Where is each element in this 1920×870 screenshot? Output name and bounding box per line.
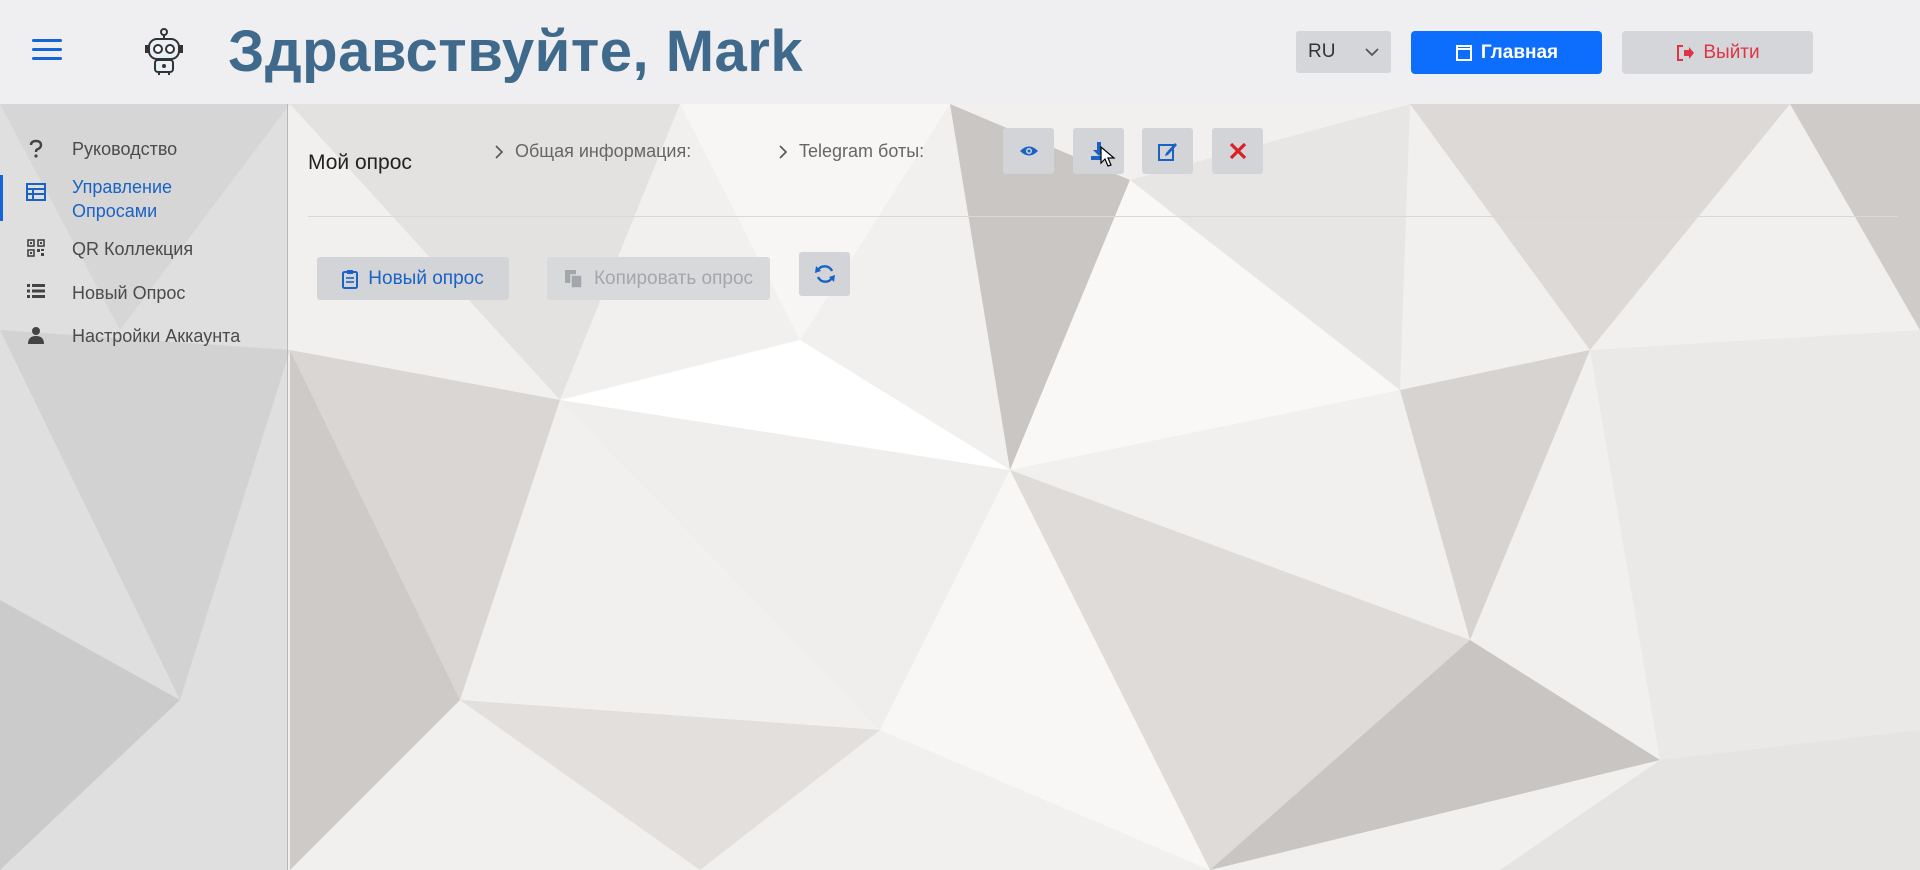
sidebar-item-label: Управление Опросами — [72, 177, 173, 221]
logout-button-label: Выйти — [1703, 41, 1760, 63]
sidebar-item-label: Новый Опрос — [72, 283, 186, 303]
breadcrumb-root: Мой опрос — [308, 151, 412, 174]
table-icon — [0, 175, 72, 201]
home-button-label: Главная — [1480, 41, 1559, 63]
sidebar-item-label: QR Коллекция — [72, 239, 194, 259]
sidebar-item-new-survey[interactable]: Новый Опрос — [0, 281, 286, 305]
eye-icon — [1019, 146, 1038, 156]
qr-icon — [0, 237, 72, 257]
clipboard-icon — [342, 269, 359, 289]
question-icon — [0, 137, 72, 159]
copy-icon — [564, 269, 583, 289]
breadcrumb-telegram-bots[interactable]: Telegram боты: — [799, 141, 924, 162]
sidebar-item-guide[interactable]: Руководство — [0, 137, 286, 161]
copy-survey-label: Копировать опрос — [593, 267, 754, 289]
greeting-title: Здравствуйте, Mark — [228, 19, 804, 84]
refresh-button[interactable] — [799, 252, 850, 296]
chevron-right-icon — [495, 145, 504, 159]
logout-button[interactable]: Выйти — [1622, 31, 1813, 74]
list-icon — [0, 281, 72, 299]
language-value: RU — [1308, 41, 1336, 62]
delete-button[interactable] — [1212, 128, 1263, 174]
sidebar-item-label: Руководство — [72, 139, 178, 159]
home-button[interactable]: Главная — [1411, 31, 1602, 74]
language-select[interactable]: RU — [1296, 31, 1391, 73]
chevron-right-icon — [779, 145, 788, 159]
edit-button[interactable] — [1142, 128, 1193, 174]
window-icon — [1455, 44, 1472, 61]
mouse-cursor-icon — [1100, 146, 1116, 167]
sign-out-icon — [1677, 44, 1695, 61]
sidebar-item-label: Настройки Аккаунта — [72, 326, 241, 346]
sidebar-item-surveys[interactable]: Управление Опросами — [0, 175, 286, 223]
robot-logo-icon — [145, 28, 183, 75]
chevron-down-icon — [1365, 48, 1379, 57]
main-content: Мой опрос Общая информация: Telegram бот… — [288, 104, 1920, 870]
user-icon — [0, 324, 72, 344]
new-survey-button[interactable]: Новый опрос — [317, 257, 509, 300]
download-button[interactable] — [1073, 128, 1124, 174]
app-header: Здравствуйте, Mark RU Главная Выйти — [0, 0, 1920, 104]
breadcrumb-general-info[interactable]: Общая информация: — [515, 141, 691, 162]
sidebar: Руководство Управление Опросами QR Колле… — [0, 104, 288, 870]
new-survey-label: Новый опрос — [368, 267, 484, 289]
close-icon — [1229, 142, 1246, 160]
sidebar-item-account-settings[interactable]: Настройки Аккаунта — [0, 324, 286, 348]
copy-survey-button[interactable]: Копировать опрос — [547, 257, 770, 300]
edit-icon — [1157, 143, 1177, 161]
refresh-icon — [814, 265, 835, 283]
hamburger-menu-icon[interactable] — [32, 36, 62, 62]
view-button[interactable] — [1003, 128, 1054, 174]
divider — [308, 216, 1898, 217]
sidebar-item-qr[interactable]: QR Коллекция — [0, 237, 286, 261]
